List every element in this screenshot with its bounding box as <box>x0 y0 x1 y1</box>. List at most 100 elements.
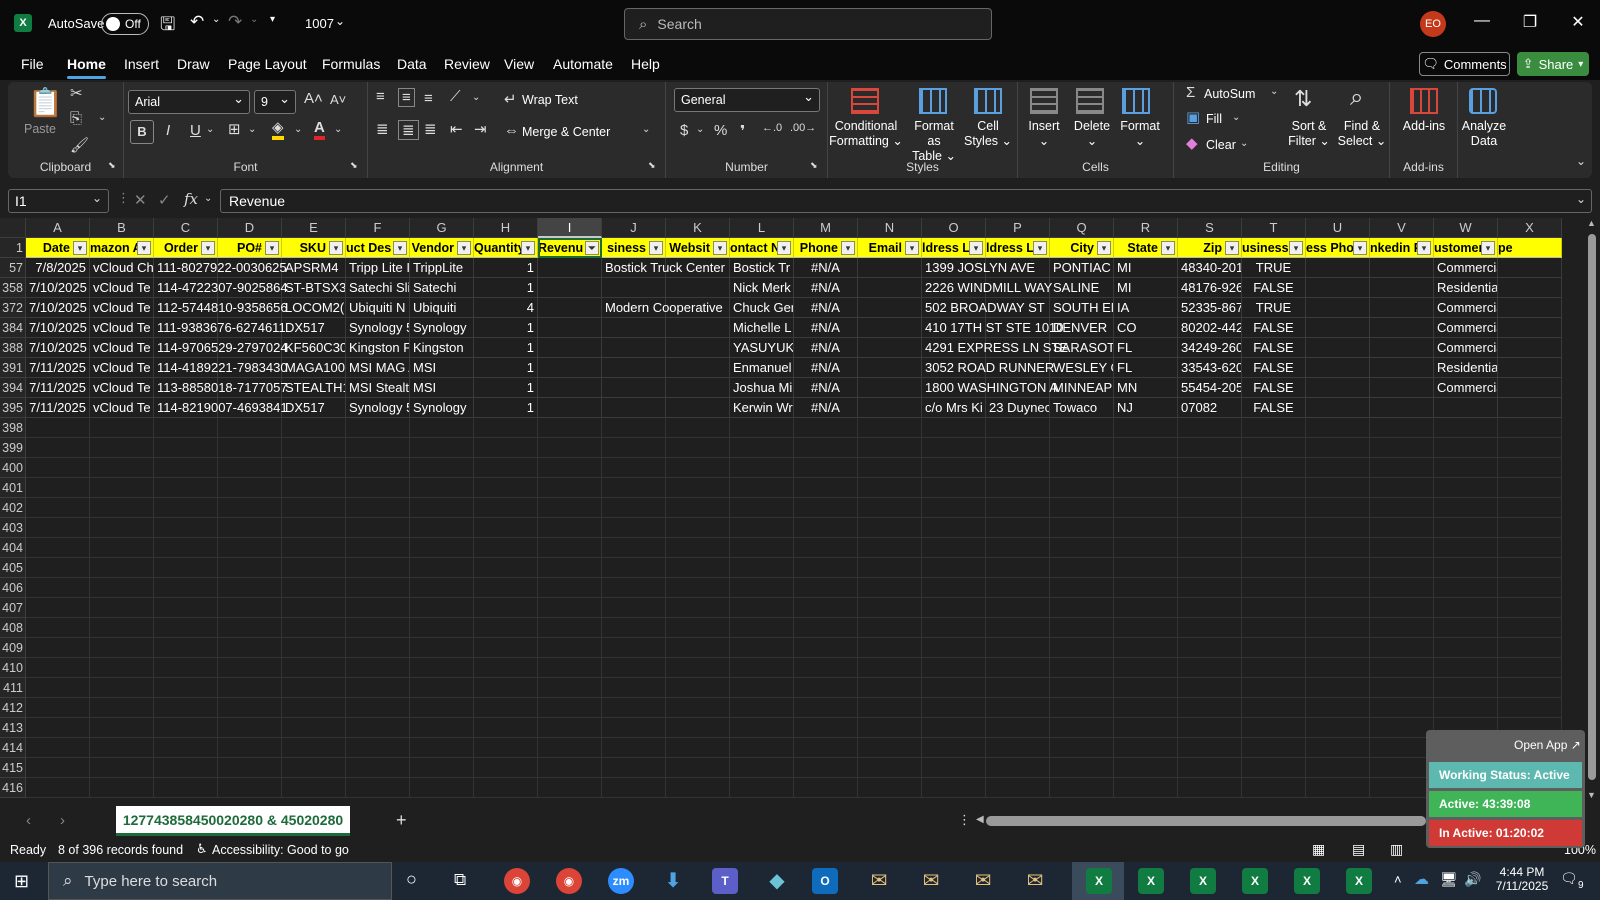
cell-s[interactable]: 48176-926 <box>1178 278 1242 298</box>
cell-f[interactable]: Synology 5 <box>346 398 410 418</box>
empty-row[interactable] <box>26 478 1562 498</box>
cell-q[interactable]: MINNEAP( <box>1050 378 1114 398</box>
cell-n[interactable] <box>858 338 922 358</box>
filter-dropdown-icon[interactable]: ▾ <box>457 241 471 255</box>
cell-n[interactable] <box>858 398 922 418</box>
italic-icon[interactable]: I <box>166 122 170 139</box>
row-header[interactable]: 399 <box>0 438 26 458</box>
menu-home[interactable]: Home <box>67 56 106 79</box>
copy-dropdown-icon[interactable]: ⌄ <box>98 112 106 123</box>
header-cell-e[interactable]: SKU ▾ <box>282 238 346 258</box>
empty-row[interactable] <box>26 698 1562 718</box>
borders-dropdown-icon[interactable]: ⌄ <box>248 124 256 135</box>
cell-m[interactable]: #N/A <box>794 398 858 418</box>
cell-a[interactable]: 7/10/2025 <box>26 298 90 318</box>
cell-c[interactable]: 111-8027922-0030625 <box>154 258 287 278</box>
header-cell-m[interactable]: Phone ▾ <box>794 238 858 258</box>
cell-q[interactable]: SOUTH EN <box>1050 298 1114 318</box>
menu-file[interactable]: File <box>21 56 44 72</box>
fill-color-dropdown-icon[interactable]: ⌄ <box>294 124 302 135</box>
autosum-button[interactable]: AutoSum <box>1204 87 1255 102</box>
cell-n[interactable] <box>858 258 922 278</box>
restore-icon[interactable]: ❐ <box>1518 12 1542 32</box>
header-cell-t[interactable]: usiness ▾ <box>1242 238 1306 258</box>
cell-o[interactable]: c/o Mrs Ki <box>922 398 986 418</box>
column-header-e[interactable]: E <box>282 218 346 238</box>
filter-dropdown-icon[interactable]: ▾ <box>201 241 215 255</box>
menu-help[interactable]: Help <box>631 56 660 72</box>
cell-styles-button[interactable]: Cell Styles ⌄ <box>964 119 1012 149</box>
row-header[interactable]: 411 <box>0 678 26 698</box>
cell-w[interactable]: Residential <box>1434 278 1498 298</box>
clear-icon[interactable]: ◆ <box>1186 134 1198 152</box>
cell-i[interactable] <box>538 318 602 338</box>
row-header[interactable]: 405 <box>0 558 26 578</box>
cell-u[interactable] <box>1306 338 1370 358</box>
sort-filter-icon[interactable]: ⇅ <box>1294 86 1312 112</box>
row-header[interactable]: 388 <box>0 338 26 358</box>
row-header[interactable]: 416 <box>0 778 26 798</box>
cell-v[interactable] <box>1370 318 1434 338</box>
cell-w[interactable] <box>1434 398 1498 418</box>
filter-dropdown-icon[interactable]: ▾ <box>1481 241 1495 255</box>
cell-t[interactable]: TRUE <box>1242 258 1306 278</box>
cell-j[interactable] <box>602 278 666 298</box>
conditional-formatting-button[interactable]: Conditional Formatting ⌄ <box>828 119 904 149</box>
cell-k[interactable] <box>666 278 730 298</box>
copy-icon[interactable]: ⎘ <box>70 110 82 127</box>
empty-row[interactable] <box>26 438 1562 458</box>
column-header-d[interactable]: D <box>218 218 282 238</box>
conditional-formatting-icon[interactable] <box>851 88 879 114</box>
cell-c[interactable]: 114-8219007-4693841 <box>154 398 288 418</box>
cell-r[interactable]: MI <box>1114 278 1178 298</box>
column-header-n[interactable]: N <box>858 218 922 238</box>
cell-t[interactable]: FALSE <box>1242 318 1306 338</box>
fill-dropdown-icon[interactable]: ⌄ <box>1232 112 1240 123</box>
onedrive-icon[interactable]: ☁ <box>1414 870 1429 888</box>
cell-t[interactable]: FALSE <box>1242 358 1306 378</box>
add-sheet-icon[interactable]: + <box>396 810 407 831</box>
undo-icon[interactable]: ↶ <box>190 12 204 32</box>
cell-a[interactable]: 7/10/2025 <box>26 338 90 358</box>
taskbar-search[interactable]: ⌕ Type here to search <box>48 862 392 900</box>
cell-g[interactable]: Synology <box>410 398 474 418</box>
cell-t[interactable]: FALSE <box>1242 338 1306 358</box>
cell-w[interactable]: Commercial <box>1434 378 1498 398</box>
cell-i[interactable] <box>538 278 602 298</box>
orientation-dropdown-icon[interactable]: ⌄ <box>472 92 480 103</box>
sort-filter-button[interactable]: Sort & Filter ⌄ <box>1284 119 1334 149</box>
header-cell-j[interactable]: siness ▾ <box>602 238 666 258</box>
column-header-u[interactable]: U <box>1306 218 1370 238</box>
font-color-icon[interactable]: A <box>314 120 325 140</box>
excel-icon-6[interactable]: X <box>1346 868 1372 894</box>
autosum-icon[interactable]: Σ <box>1186 84 1195 101</box>
cell-r[interactable]: MI <box>1114 258 1178 278</box>
cell-j[interactable]: Modern Cooperative <box>602 298 723 318</box>
font-size-select[interactable]: 9 <box>254 90 296 114</box>
cell-h[interactable]: 4 <box>474 298 538 318</box>
fill-color-icon[interactable]: ◈ <box>272 120 284 140</box>
file-name[interactable]: 1007 <box>305 16 334 31</box>
header-cell-i[interactable]: Revenu ⏷ <box>538 238 602 258</box>
row-header[interactable]: 404 <box>0 538 26 558</box>
cell-x[interactable] <box>1498 378 1562 398</box>
cell-c[interactable]: 114-9706529-2797024 <box>154 338 288 358</box>
cell-i[interactable] <box>538 258 602 278</box>
row-header[interactable]: 384 <box>0 318 26 338</box>
cell-o[interactable]: 1800 WASHINGTON A <box>922 378 1058 398</box>
header-cell-k[interactable]: Websit ▾ <box>666 238 730 258</box>
filter-dropdown-icon[interactable]: ▾ <box>649 241 663 255</box>
column-header-l[interactable]: L <box>730 218 794 238</box>
cell-b[interactable]: vCloud Te <box>90 378 154 398</box>
mail-icon-1[interactable]: ✉ <box>866 868 892 894</box>
next-sheet-icon[interactable]: › <box>60 812 65 829</box>
ribbon-collapse-icon[interactable]: ⌄ <box>1576 154 1586 168</box>
cell-n[interactable] <box>858 278 922 298</box>
sheet-tab[interactable]: 127743858450020280 & 45020280 <box>116 806 350 836</box>
insert-cells-button[interactable]: Insert ⌄ <box>1018 119 1070 149</box>
column-header-p[interactable]: P <box>986 218 1050 238</box>
menu-insert[interactable]: Insert <box>124 56 159 72</box>
outlook-icon[interactable]: O <box>812 868 838 894</box>
cell-k[interactable] <box>666 378 730 398</box>
cell-s[interactable]: 07082 <box>1178 398 1242 418</box>
